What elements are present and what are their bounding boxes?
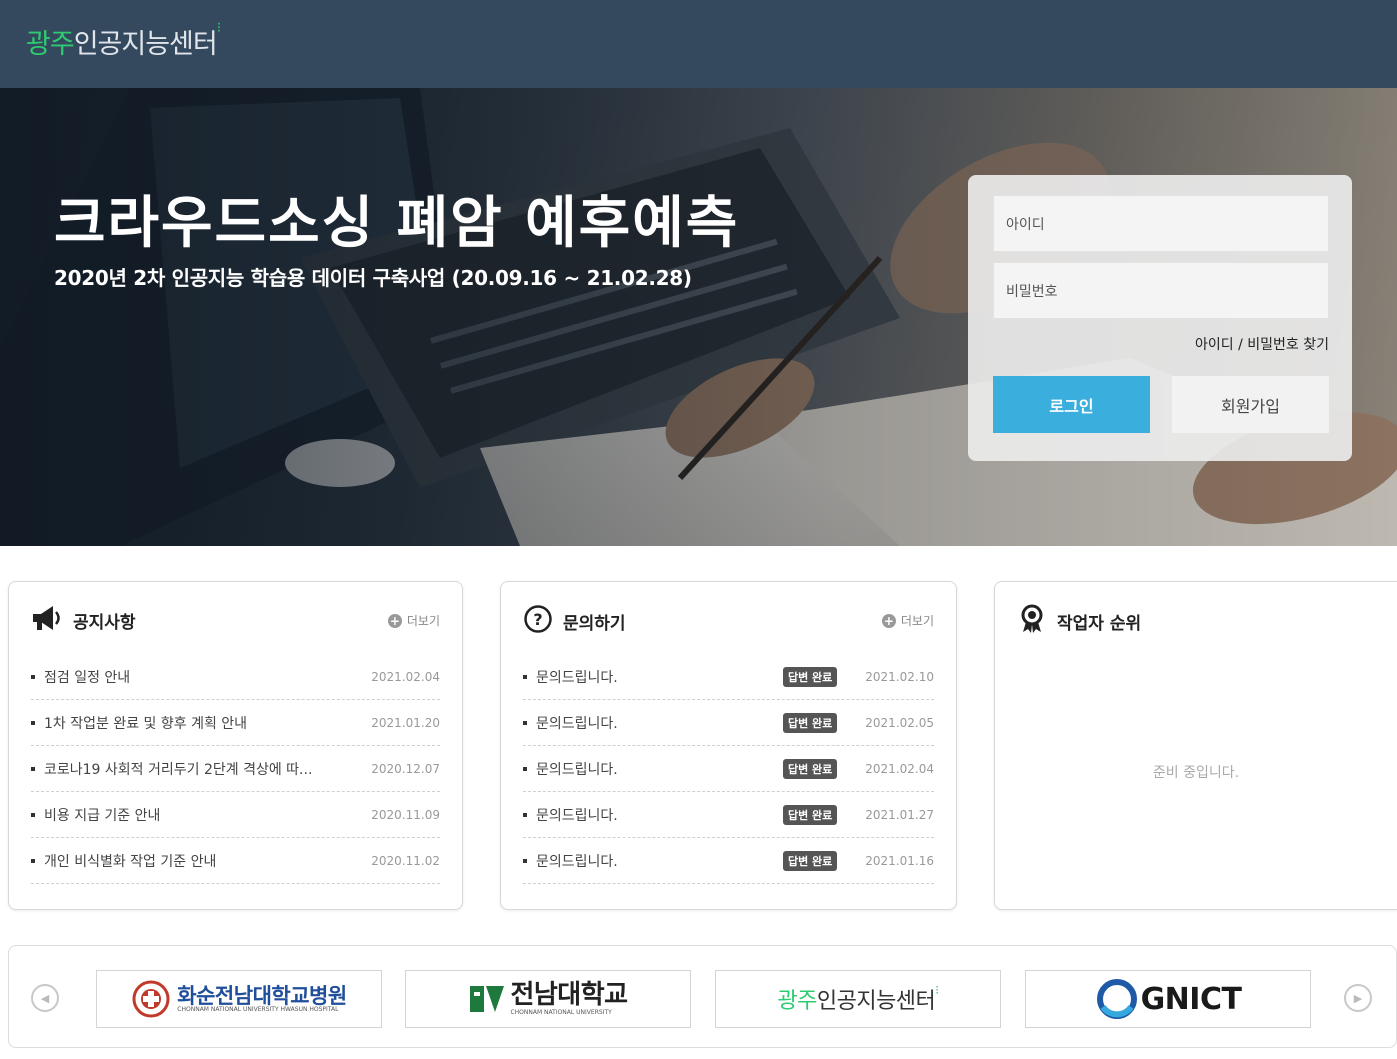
notice-more-link[interactable]: + 더보기: [387, 612, 440, 629]
ranking-title: 작업자 순위: [1057, 614, 1142, 634]
award-ribbon-icon: [1017, 604, 1047, 639]
list-item[interactable]: 개인 비식별화 작업 기준 안내 2020.11.02: [31, 838, 440, 884]
question-circle-icon: ?: [523, 604, 553, 639]
partner-logo-hwasun[interactable]: 화순전남대학교병원 CHONNAM NATIONAL UNIVERSITY HW…: [96, 970, 382, 1028]
list-item[interactable]: 비용 지급 기준 안내 2020.11.09: [31, 792, 440, 838]
id-input[interactable]: 아이디: [993, 195, 1329, 252]
top-header: 광주인공지능센터⁝: [0, 0, 1397, 88]
plus-icon: +: [387, 613, 402, 628]
hero-banner: 크라우드소싱 폐암 예후예측 2020년 2차 인공지능 학습용 데이터 구축사…: [0, 88, 1397, 546]
status-badge: 답변 완료: [782, 712, 838, 733]
find-account-link[interactable]: 아이디 / 비밀번호 찾기: [1195, 334, 1329, 354]
hero-title: 크라우드소싱 폐암 예후예측: [54, 191, 740, 256]
list-item[interactable]: 문의드립니다. 답변 완료 2021.02.10: [523, 654, 934, 700]
carousel-next-button[interactable]: ▶: [1344, 984, 1372, 1012]
signup-button[interactable]: 회원가입: [1172, 376, 1329, 433]
partner-logo-gjaicenter[interactable]: 광주인공지능센터⁝: [715, 970, 1001, 1028]
list-item[interactable]: 점검 일정 안내 2021.02.04: [31, 654, 440, 700]
login-button[interactable]: 로그인: [993, 376, 1150, 433]
list-item[interactable]: 1차 작업분 완료 및 향후 계획 안내 2021.01.20: [31, 700, 440, 746]
megaphone-icon: [31, 604, 63, 637]
hero-subtitle: 2020년 2차 인공지능 학습용 데이터 구축사업 (20.09.16 ~ 2…: [54, 266, 692, 290]
status-badge: 답변 완료: [782, 758, 838, 779]
status-badge: 답변 완료: [782, 804, 838, 825]
notice-title: 공지사항: [73, 613, 136, 633]
notice-list: 점검 일정 안내 2021.02.04 1차 작업분 완료 및 향후 계획 안내 2…: [31, 654, 440, 884]
partner-logo-gnict[interactable]: GNICT: [1025, 970, 1311, 1028]
inquiry-panel: ? 문의하기 + 더보기 문의드립니다. 답변 완료 2021.02.10 문의드립…: [500, 581, 957, 910]
partner-logo-cnu[interactable]: 전남대학교 CHONNAM NATIONAL UNIVERSITY: [405, 970, 691, 1028]
ranking-panel: 작업자 순위 준비 중입니다.: [994, 581, 1397, 910]
university-emblem-icon: [470, 986, 505, 1012]
inquiry-title: 문의하기: [563, 614, 626, 634]
status-badge: 답변 완료: [782, 850, 838, 871]
hospital-emblem-icon: [132, 980, 170, 1018]
list-item[interactable]: 코로나19 사회적 거리두기 2단계 격상에 따... 2020.12.07: [31, 746, 440, 792]
login-box: 아이디 비밀번호 아이디 / 비밀번호 찾기 로그인 회원가입: [968, 175, 1352, 461]
empty-message: 준비 중입니다.: [1152, 765, 1240, 781]
plus-icon: +: [881, 613, 896, 628]
chevron-right-icon: ▶: [1353, 991, 1363, 1005]
password-input[interactable]: 비밀번호: [993, 262, 1329, 319]
list-item[interactable]: 문의드립니다. 답변 완료 2021.01.16: [523, 838, 934, 884]
site-logo[interactable]: 광주인공지능센터⁝: [26, 20, 221, 61]
partner-carousel: ◀ 화순전남대학교병원 CHONNAM NATIONAL UNIVERSITY …: [8, 945, 1397, 1048]
list-item[interactable]: 문의드립니다. 답변 완료 2021.01.27: [523, 792, 934, 838]
status-badge: 답변 완료: [782, 666, 838, 687]
inquiry-list: 문의드립니다. 답변 완료 2021.02.10 문의드립니다. 답변 완료 2021.…: [523, 654, 934, 884]
notice-header: 공지사항: [31, 604, 136, 637]
notice-panel: 공지사항 + 더보기 점검 일정 안내 2021.02.04 1차 작업분 완료 …: [8, 581, 463, 910]
list-item[interactable]: 문의드립니다. 답변 완료 2021.02.04: [523, 746, 934, 792]
inquiry-header: ? 문의하기: [523, 604, 626, 639]
svg-text:?: ?: [533, 610, 542, 629]
carousel-prev-button[interactable]: ◀: [31, 984, 59, 1012]
inquiry-more-link[interactable]: + 더보기: [881, 612, 934, 629]
gnict-ring-icon: [1096, 979, 1137, 1019]
ranking-header: 작업자 순위: [1017, 604, 1141, 639]
chevron-left-icon: ◀: [40, 991, 50, 1005]
list-item[interactable]: 문의드립니다. 답변 완료 2021.02.05: [523, 700, 934, 746]
